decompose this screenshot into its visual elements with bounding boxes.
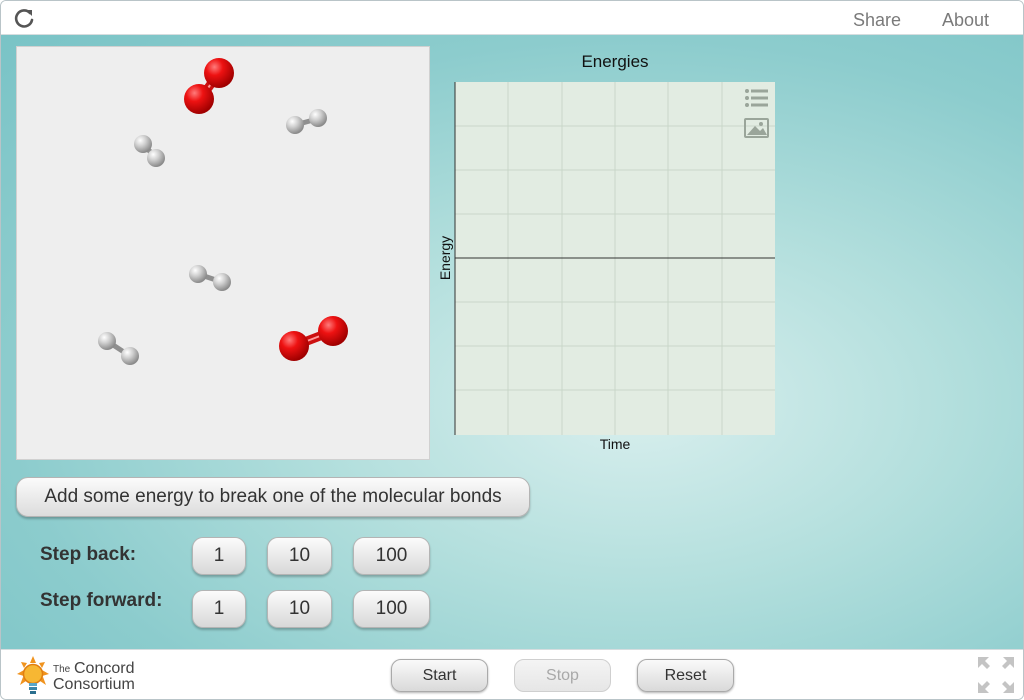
hydrogen-molecule[interactable] — [189, 265, 231, 291]
reload-icon[interactable] — [13, 7, 35, 29]
add-energy-button[interactable]: Add some energy to break one of the mole… — [16, 477, 530, 517]
step-forward-1-button[interactable]: 1 — [192, 590, 246, 628]
step-forward-label: Step forward: — [40, 590, 163, 611]
y-axis-label: Energy — [437, 236, 453, 280]
step-back-100-button[interactable]: 100 — [353, 537, 430, 575]
chart-title: Energies — [581, 52, 649, 71]
molecule-canvas — [98, 58, 348, 365]
x-axis-label: Time — [600, 436, 631, 452]
logo-text-consortium: Consortium — [53, 676, 135, 693]
oxygen-molecule[interactable] — [184, 58, 234, 114]
hydrogen-molecule[interactable] — [98, 332, 139, 365]
legend-list-icon[interactable] — [743, 87, 769, 109]
stop-button[interactable]: Stop — [514, 659, 611, 692]
energy-chart: Energy Time — [437, 82, 775, 452]
hydrogen-molecule[interactable] — [286, 109, 327, 134]
concord-consortium-logo[interactable]: The Concord Consortium — [15, 654, 155, 698]
fullscreen-icon[interactable] — [977, 656, 1015, 694]
step-back-10-button[interactable]: 10 — [267, 537, 332, 575]
oxygen-molecule[interactable] — [279, 316, 348, 361]
share-link[interactable]: Share — [853, 10, 901, 31]
step-back-1-button[interactable]: 1 — [192, 537, 246, 575]
molecule-simulation-view[interactable] — [16, 46, 430, 460]
about-link[interactable]: About — [942, 10, 989, 31]
step-forward-10-button[interactable]: 10 — [267, 590, 332, 628]
start-button[interactable]: Start — [391, 659, 488, 692]
main-area: Energies Energy Time Add some energy to … — [1, 35, 1023, 649]
step-forward-100-button[interactable]: 100 — [353, 590, 430, 628]
logo-text-the: The — [53, 664, 71, 675]
hydrogen-molecule[interactable] — [134, 135, 165, 167]
app-frame: Share About Energies Energy Time Add som… — [0, 0, 1024, 700]
lightbulb-logo-icon — [17, 656, 49, 694]
reset-button[interactable]: Reset — [637, 659, 734, 692]
bottom-bar: The Concord Consortium Start Stop Reset — [1, 649, 1023, 699]
step-back-label: Step back: — [40, 544, 137, 565]
top-bar: Share About — [1, 1, 1023, 35]
